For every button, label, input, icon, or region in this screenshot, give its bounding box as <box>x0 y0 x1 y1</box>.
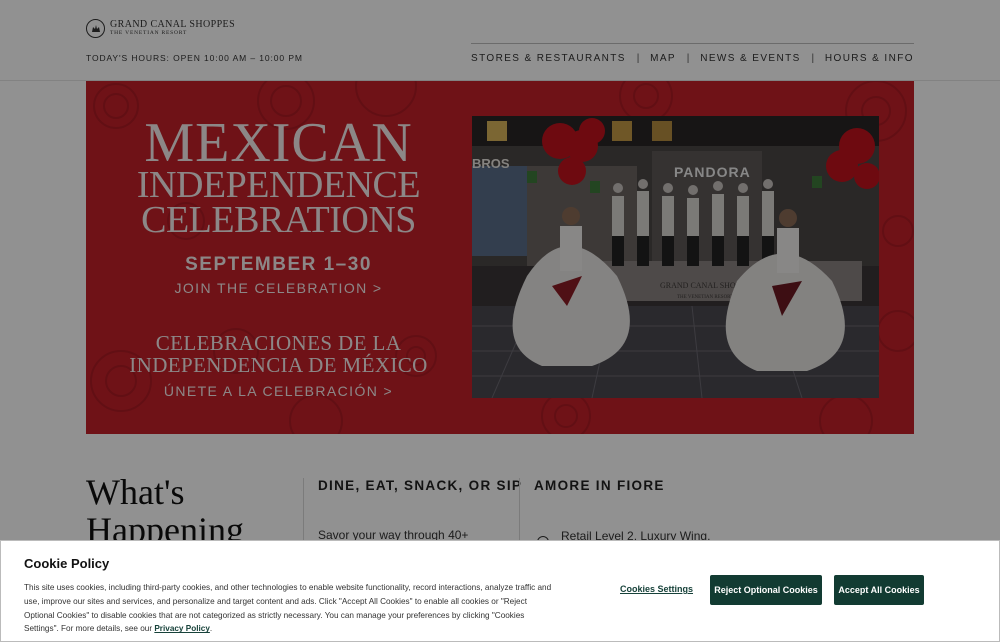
reject-optional-cookies-button[interactable]: Reject Optional Cookies <box>710 575 822 605</box>
accept-all-cookies-button[interactable]: Accept All Cookies <box>834 575 924 605</box>
cookies-settings-button[interactable]: Cookies Settings <box>620 584 693 594</box>
cookie-policy-text: This site uses cookies, including third-… <box>24 581 559 636</box>
cookie-banner: Cookie Policy This site uses cookies, in… <box>0 540 1000 642</box>
cookie-policy-title: Cookie Policy <box>24 556 110 571</box>
cookie-policy-body: This site uses cookies, including third-… <box>24 583 552 634</box>
cookie-text-period: . <box>209 624 213 634</box>
privacy-policy-link[interactable]: Privacy Policy <box>154 624 210 633</box>
